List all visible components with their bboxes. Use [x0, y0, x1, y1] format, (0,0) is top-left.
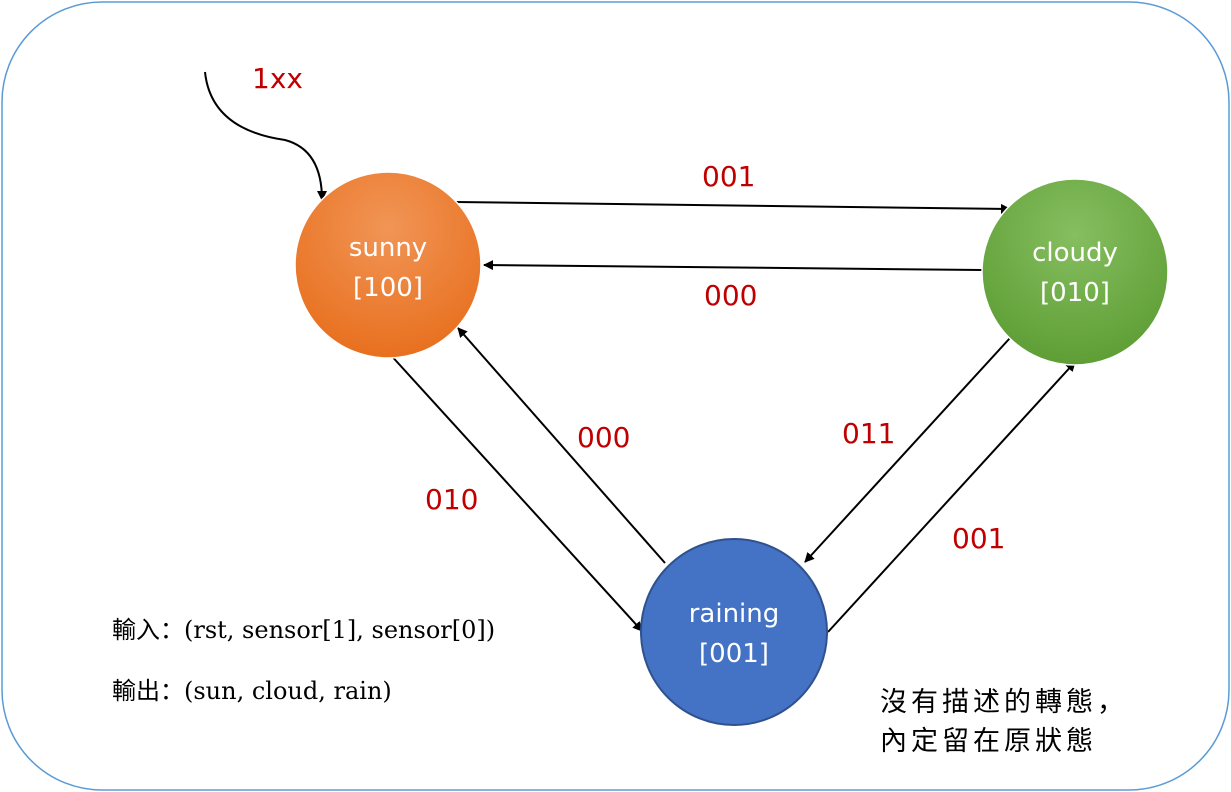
label-cloudy-to-raining: 011 — [842, 417, 895, 450]
arrow-sunny-to-cloudy — [455, 201, 1011, 214]
state-raining: raining [001] — [640, 538, 828, 726]
label-raining-to-cloudy: 001 — [952, 522, 1005, 555]
state-sunny: sunny [100] — [294, 171, 482, 359]
label-cloudy-to-sunny: 000 — [704, 279, 757, 312]
arrow-cloudy-to-sunny — [483, 260, 983, 271]
reset-label: 1xx — [252, 62, 303, 95]
state-raining-code: [001] — [699, 639, 769, 669]
label-raining-to-sunny: 000 — [577, 421, 630, 454]
state-cloudy-circle — [981, 178, 1169, 366]
state-sunny-name: sunny — [349, 233, 427, 263]
state-cloudy: cloudy [010] — [981, 178, 1169, 366]
default-note-line2: 內定留在原狀態 — [880, 726, 1097, 757]
state-sunny-circle — [294, 171, 482, 359]
state-cloudy-name: cloudy — [1032, 238, 1118, 268]
state-sunny-code: [100] — [353, 273, 423, 303]
default-note-line1: 沒有描述的轉態， — [880, 687, 1128, 718]
input-note: 輸入：(rst, sensor[1], sensor[0]) — [112, 616, 496, 644]
state-raining-name: raining — [689, 599, 780, 629]
arrow-raining-to-sunny — [457, 327, 666, 564]
output-note: 輸出：(sun, cloud, rain) — [112, 677, 392, 705]
label-sunny-to-raining: 010 — [425, 483, 478, 516]
label-sunny-to-cloudy: 001 — [702, 160, 755, 193]
state-raining-circle — [640, 538, 828, 726]
state-cloudy-code: [010] — [1040, 278, 1110, 308]
